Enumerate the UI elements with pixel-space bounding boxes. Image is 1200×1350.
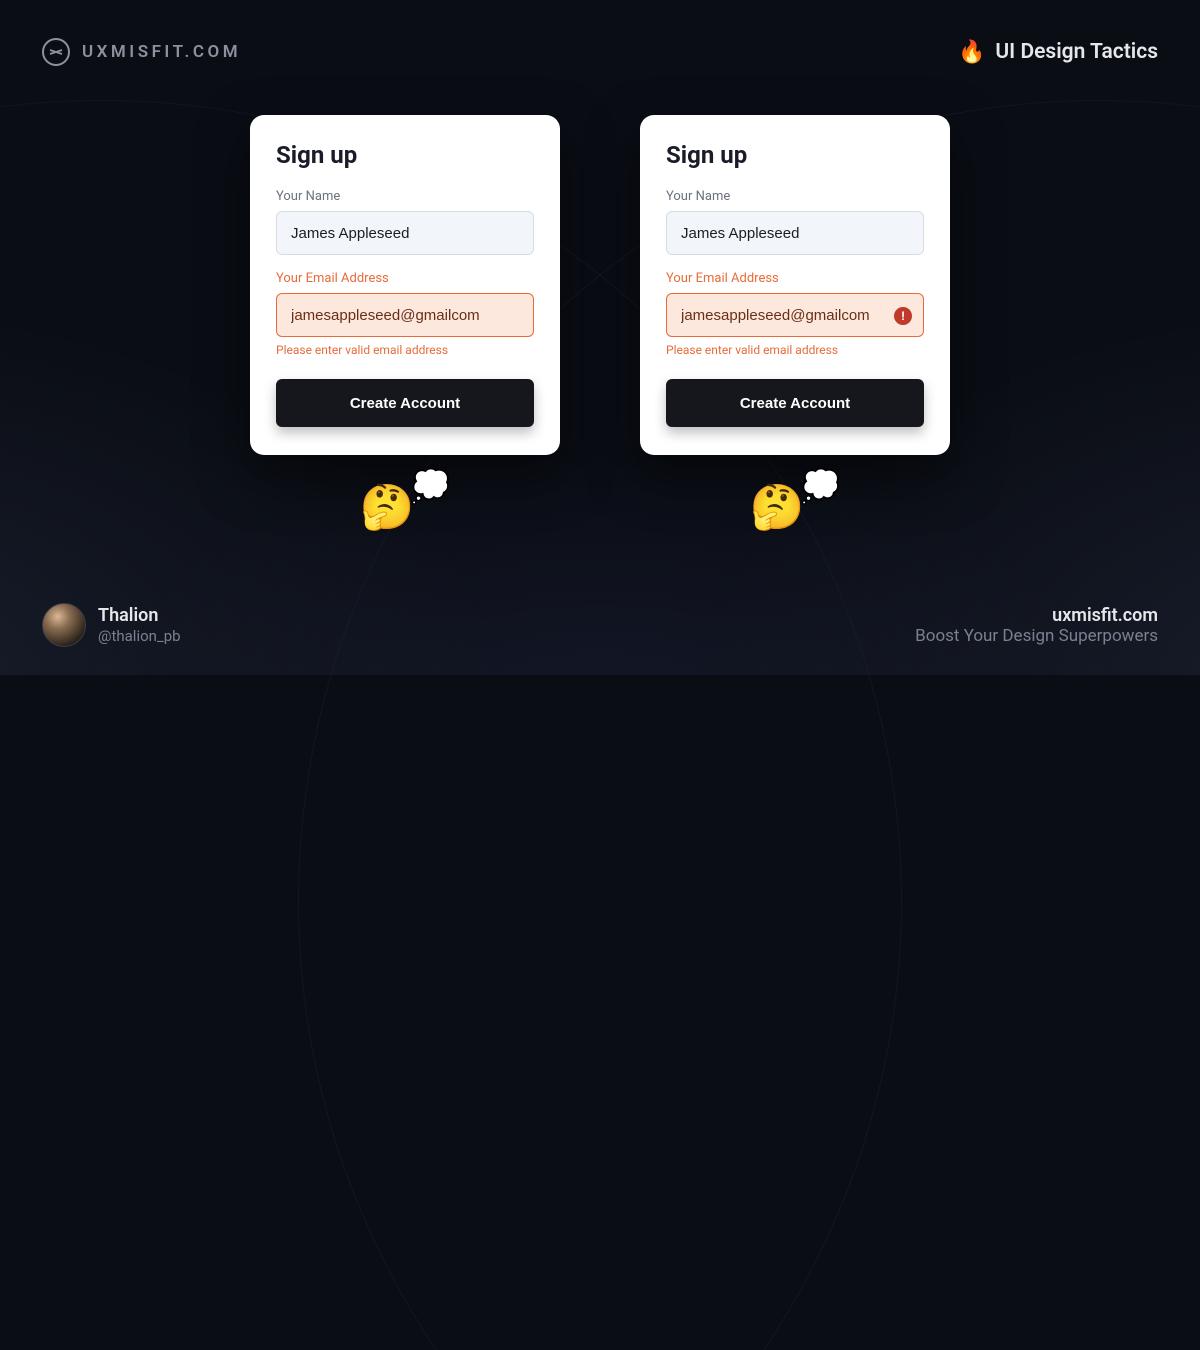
- card-title: Sign up: [666, 141, 924, 169]
- email-label: Your Email Address: [666, 271, 924, 286]
- author-name: Thalion: [98, 605, 181, 627]
- logo-icon: [42, 38, 70, 66]
- thought-bubble-icon: 💭: [410, 467, 450, 505]
- thinking-emoji-group: 🤔 💭: [750, 481, 841, 533]
- header: UXMISFIT.COM 🔥 UI Design Tactics: [0, 38, 1200, 66]
- create-account-button[interactable]: Create Account: [666, 379, 924, 427]
- site-link[interactable]: uxmisfit.com: [915, 605, 1158, 626]
- header-title-text: UI Design Tactics: [995, 40, 1158, 64]
- error-icon: !: [894, 307, 912, 325]
- footer-right: uxmisfit.com Boost Your Design Superpowe…: [915, 605, 1158, 646]
- tagline: Boost Your Design Superpowers: [915, 626, 1158, 646]
- name-label: Your Name: [276, 189, 534, 204]
- email-label: Your Email Address: [276, 271, 534, 286]
- name-input[interactable]: [276, 211, 534, 255]
- signup-card-right: Sign up Your Name Your Email Address ! P…: [640, 115, 950, 455]
- thinking-face-icon: 🤔: [360, 481, 415, 533]
- name-input[interactable]: [666, 211, 924, 255]
- name-label: Your Name: [666, 189, 924, 204]
- fire-icon: 🔥: [958, 40, 985, 65]
- email-input-wrap: [276, 293, 534, 343]
- thought-bubble-icon: 💭: [800, 467, 840, 505]
- signup-card-left: Sign up Your Name Your Email Address Ple…: [250, 115, 560, 455]
- thinking-face-icon: 🤔: [750, 481, 805, 533]
- author-block[interactable]: Thalion @thalion_pb: [42, 603, 181, 647]
- email-input[interactable]: [666, 293, 924, 337]
- thinking-emoji-group: 🤔 💭: [360, 481, 451, 533]
- create-account-button[interactable]: Create Account: [276, 379, 534, 427]
- email-error-message: Please enter valid email address: [666, 343, 924, 357]
- header-title: 🔥 UI Design Tactics: [958, 40, 1158, 65]
- email-input[interactable]: [276, 293, 534, 337]
- cards-container: Sign up Your Name Your Email Address Ple…: [0, 115, 1200, 455]
- email-error-message: Please enter valid email address: [276, 343, 534, 357]
- footer: Thalion @thalion_pb uxmisfit.com Boost Y…: [0, 603, 1200, 647]
- avatar: [42, 603, 86, 647]
- brand-logo[interactable]: UXMISFIT.COM: [42, 38, 241, 66]
- brand-text: UXMISFIT.COM: [82, 42, 241, 62]
- author-handle: @thalion_pb: [98, 627, 181, 645]
- card-title: Sign up: [276, 141, 534, 169]
- email-input-wrap: !: [666, 293, 924, 343]
